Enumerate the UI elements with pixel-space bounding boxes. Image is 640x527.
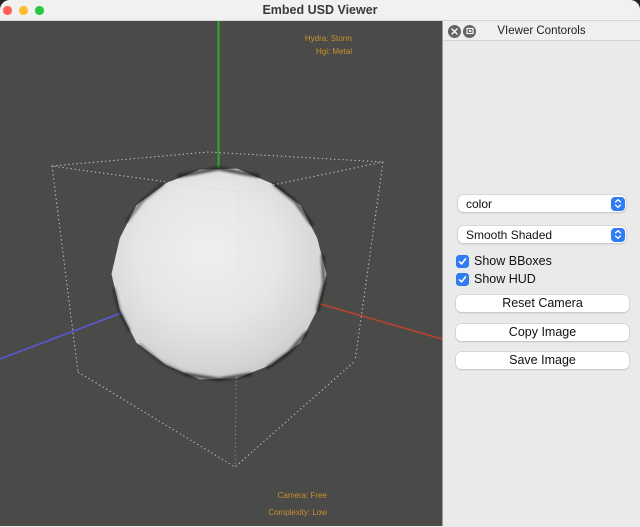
hud-hydra: Hydra: Storm <box>304 34 352 43</box>
x-axis-red <box>309 300 442 340</box>
dock-header: VIewer Contorols <box>443 21 640 41</box>
app-window: Embed USD Viewer Hydra: Storm Hgi: Metal… <box>0 0 640 527</box>
check-icon <box>458 257 467 265</box>
check-icon <box>458 275 467 283</box>
show-bboxes-label: Show BBoxes <box>474 254 552 268</box>
z-axis-blue <box>0 306 138 360</box>
titlebar: Embed USD Viewer <box>0 0 640 21</box>
reset-camera-button[interactable]: Reset Camera <box>456 295 629 312</box>
shading-mode-combobox[interactable]: Smooth Shaded <box>458 226 626 243</box>
show-hud-checkbox[interactable] <box>456 272 469 286</box>
show-hud-label: Show HUD <box>474 272 536 286</box>
show-bboxes-checkbox[interactable] <box>456 254 469 268</box>
hud-complexity: Complexity: Low <box>268 508 327 517</box>
panel-title: VIewer Contorols <box>497 25 586 37</box>
hud-top-right: Hydra: Storm Hgi: Metal <box>305 32 352 58</box>
hud-camera: Camera: Free <box>277 491 327 500</box>
up-down-chevrons-icon <box>614 198 621 209</box>
copy-image-button[interactable]: Copy Image <box>456 324 629 341</box>
shading-mode-value: Smooth Shaded <box>466 227 553 242</box>
show-hud-row: Show HUD <box>456 272 536 286</box>
save-image-button[interactable]: Save Image <box>456 352 629 369</box>
combobox-stepper <box>610 227 625 242</box>
show-bboxes-row: Show BBoxes <box>456 254 552 268</box>
combobox-stepper <box>610 196 625 211</box>
color-mode-value: color <box>466 196 493 211</box>
viewer-controls-panel: VIewer Contorols color Smooth Shaded Sho… <box>442 21 640 526</box>
viewport-canvas <box>0 21 442 468</box>
window-title: Embed USD Viewer <box>262 3 378 17</box>
hud-bottom-right: Camera: Free Complexity: Low <box>268 487 327 521</box>
color-mode-combobox[interactable]: color <box>458 195 626 212</box>
hud-hgi: Hgi: Metal <box>315 47 352 56</box>
usd-3d-viewport[interactable]: Hydra: Storm Hgi: Metal Camera: Free Com… <box>0 21 442 526</box>
sphere-mesh <box>111 166 327 382</box>
up-down-chevrons-icon <box>614 229 621 240</box>
